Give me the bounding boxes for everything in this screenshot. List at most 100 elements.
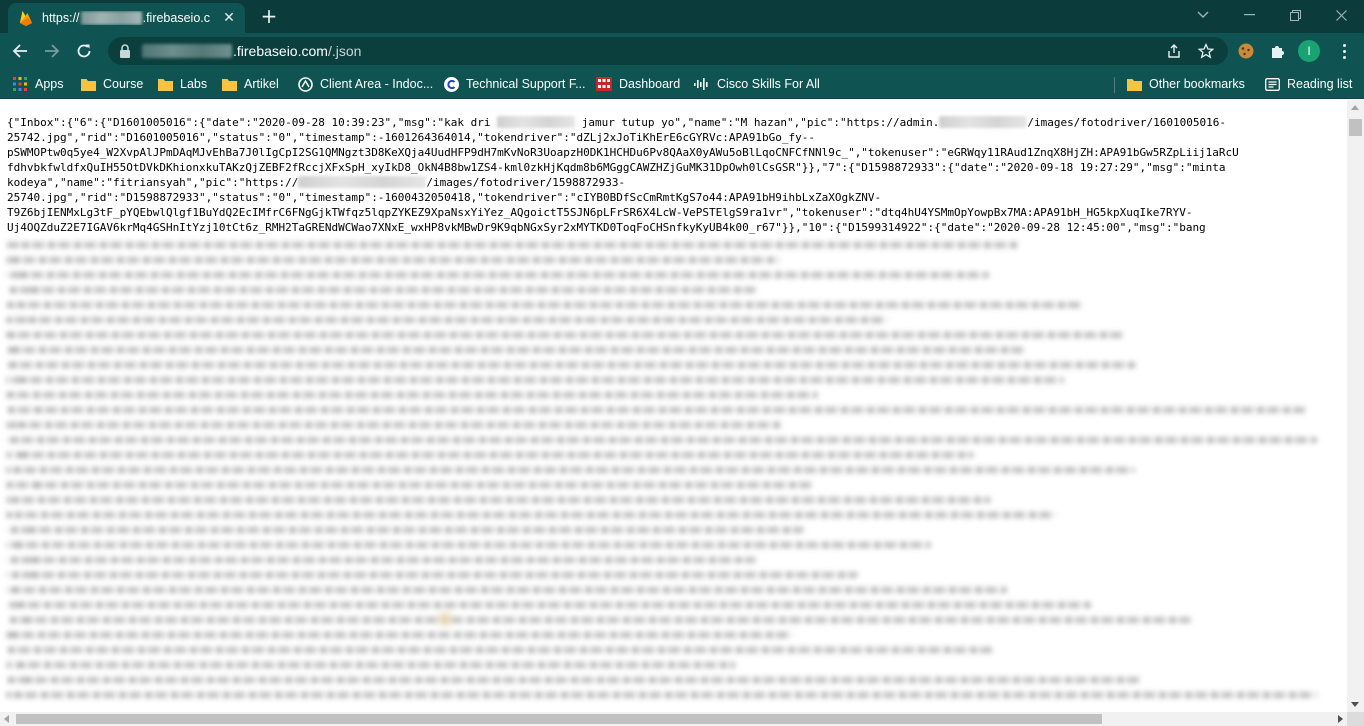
bookmark-label: Labs xyxy=(180,77,208,91)
reload-button[interactable] xyxy=(70,37,98,65)
blurred-json-row xyxy=(6,452,974,458)
bookmark-label: Client Area - Indoc... xyxy=(320,77,434,91)
horizontal-scroll-thumb[interactable] xyxy=(16,714,1102,724)
blurred-json-row xyxy=(6,407,1307,413)
vertical-scrollbar[interactable] xyxy=(1347,100,1364,712)
reading-list[interactable]: Reading list xyxy=(1264,74,1352,94)
arrow-right-icon xyxy=(45,44,60,58)
other-bookmarks-label: Other bookmarks xyxy=(1149,77,1245,91)
blurred-json-row xyxy=(6,527,804,533)
json-line: 25742.jpg","rid":"D1601005016","status":… xyxy=(7,131,815,144)
blurred-json-row xyxy=(6,647,994,653)
scroll-down-arrow-icon[interactable] xyxy=(1351,702,1359,707)
bookmark-labs[interactable]: Labs xyxy=(157,74,207,94)
profile-avatar[interactable]: I xyxy=(1298,40,1320,62)
blurred-json-row xyxy=(6,377,1064,383)
blurred-json-row xyxy=(6,692,1317,698)
bookmark-label: Cisco Skills For All xyxy=(717,77,820,91)
tab-strip: https:// .firebaseio.c ✕ + xyxy=(0,0,1364,33)
lock-icon xyxy=(120,44,130,58)
cisco-site-icon xyxy=(694,76,710,92)
tab-title-suffix: .firebaseio.c xyxy=(142,11,210,25)
tab-title: https:// .firebaseio.c xyxy=(42,11,210,25)
blurred-json-row xyxy=(6,347,1025,353)
blurred-json-row xyxy=(6,467,1135,473)
scroll-up-arrow-icon[interactable] xyxy=(1351,105,1359,110)
blurred-json-row xyxy=(6,272,989,278)
bookmark-label: Course xyxy=(103,77,144,91)
tab-title-prefix: https:// xyxy=(42,11,80,25)
bookmark-course[interactable]: Course xyxy=(80,74,143,94)
bookmark-client-area[interactable]: Client Area - Indoc... xyxy=(297,74,433,94)
close-window-icon[interactable] xyxy=(1318,0,1364,30)
bookmark-label: Artikel xyxy=(244,77,279,91)
blurred-json-row xyxy=(6,422,783,428)
blurred-json-row xyxy=(6,602,1091,608)
blurred-json-row xyxy=(6,332,1126,338)
blurred-json-row xyxy=(6,437,1317,443)
bookmarks-bar: Apps Course Labs Artikel Client Area - I… xyxy=(0,69,1364,99)
url-text: .firebaseio.com /.json xyxy=(142,37,361,65)
blurred-json-row xyxy=(6,392,818,398)
bookmark-technical-support[interactable]: Technical Support F... xyxy=(443,74,586,94)
restore-window-icon[interactable] xyxy=(1272,0,1318,30)
bookmark-cisco-skills[interactable]: Cisco Skills For All xyxy=(694,74,820,94)
blurred-json-content xyxy=(0,236,1347,712)
bookmark-label: Apps xyxy=(35,77,64,91)
bookmark-label: Technical Support F... xyxy=(466,77,586,91)
cookie-extension-icon[interactable] xyxy=(1234,39,1258,63)
redacted-project-id xyxy=(142,44,232,58)
blurred-json-row xyxy=(6,617,1191,623)
blurred-json-row xyxy=(6,317,888,323)
blurred-emoji xyxy=(438,612,452,626)
back-button[interactable] xyxy=(6,37,34,65)
share-icon[interactable] xyxy=(1166,43,1182,59)
other-bookmarks[interactable]: Other bookmarks xyxy=(1126,74,1245,94)
new-tab-button[interactable]: + xyxy=(258,5,280,27)
folder-icon xyxy=(1126,76,1142,92)
arrow-left-icon xyxy=(12,44,27,58)
blurred-json-row xyxy=(6,512,1056,518)
bookmark-star-icon[interactable] xyxy=(1198,43,1214,59)
scroll-right-arrow-icon[interactable] xyxy=(1338,715,1343,723)
redacted-text xyxy=(298,176,427,188)
forward-button[interactable] xyxy=(38,37,66,65)
blurred-json-row xyxy=(6,662,736,668)
url-host: .firebaseio.com xyxy=(233,43,328,59)
bookmark-label: Dashboard xyxy=(619,77,681,91)
blurred-json-row xyxy=(6,557,756,563)
address-bar[interactable]: .firebaseio.com /.json xyxy=(108,37,1228,65)
url-path: /.json xyxy=(327,43,362,59)
reading-list-icon xyxy=(1264,76,1280,92)
tab-search-chevron-icon[interactable] xyxy=(1180,0,1226,30)
blurred-json-row xyxy=(6,572,858,578)
technical-support-site-icon xyxy=(443,76,459,92)
dashboard-site-icon xyxy=(596,76,612,92)
blurred-json-row xyxy=(6,242,1019,248)
more-menu-icon[interactable] xyxy=(1336,40,1352,62)
json-line: 25740.jpg","rid":"D1598872933","status":… xyxy=(7,191,882,204)
browser-toolbar: .firebaseio.com /.json I xyxy=(0,33,1364,69)
json-line: {"Inbox":{"6":{"D1601005016":{"date":"20… xyxy=(7,116,1227,129)
json-line: fdhvbkfwldfxQuIH55OtDVkDKhionxkuTAKzQjZE… xyxy=(7,161,1226,174)
bookmarks-separator xyxy=(1114,77,1115,93)
vertical-scroll-thumb[interactable] xyxy=(1349,119,1362,136)
bookmark-apps[interactable]: Apps xyxy=(12,74,64,94)
close-tab-icon[interactable]: ✕ xyxy=(221,10,237,26)
blurred-json-row xyxy=(6,587,1007,593)
tab-firebase-json[interactable]: https:// .firebaseio.c ✕ xyxy=(8,3,245,33)
json-line: Uj4OQZduZ2E7IGAV6krMq4GSHnItYzj10tCt6z_R… xyxy=(7,221,1206,234)
redacted-text xyxy=(497,116,576,128)
folder-icon xyxy=(221,76,237,92)
json-line: T9Z6bjIENMxLg3tF_pYQEbwlQlgf1BuYdQ2EcIMf… xyxy=(7,206,1193,219)
bookmark-artikel[interactable]: Artikel xyxy=(221,74,279,94)
firebase-flame-icon xyxy=(18,10,34,26)
scroll-left-arrow-icon[interactable] xyxy=(4,715,9,723)
folder-icon xyxy=(157,76,173,92)
horizontal-scrollbar[interactable] xyxy=(0,712,1347,726)
extensions-puzzle-icon[interactable] xyxy=(1266,39,1290,63)
bookmark-dashboard[interactable]: Dashboard xyxy=(596,74,680,94)
reading-list-label: Reading list xyxy=(1287,77,1353,91)
minimize-window-icon[interactable] xyxy=(1226,0,1272,30)
reload-icon xyxy=(77,44,91,58)
